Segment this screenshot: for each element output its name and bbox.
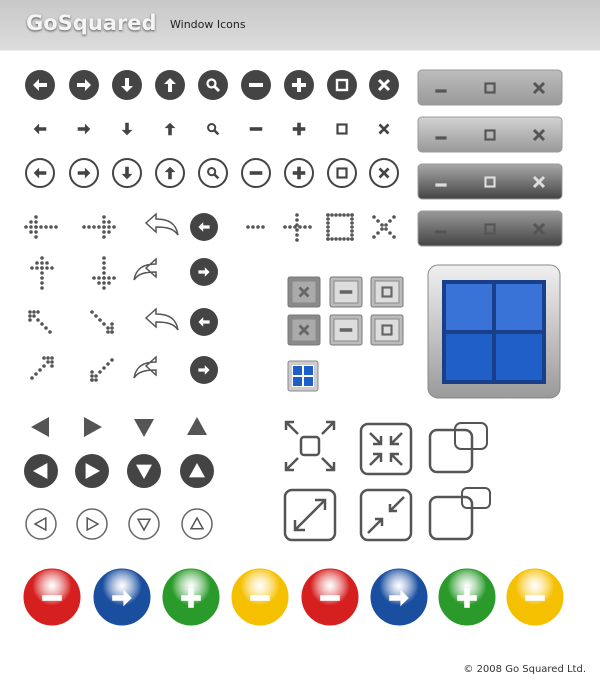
close-plain-icon — [378, 123, 390, 135]
dotted-close-icon — [372, 215, 396, 239]
minus-filled-icon — [241, 70, 271, 100]
curved-arrow-left-outline-icon — [144, 307, 179, 331]
window-control-bar-icon — [417, 116, 563, 153]
dotted-arrow-down-right-icon — [90, 310, 114, 334]
triangle-right-filled-icon — [75, 454, 109, 488]
square-outline-icon — [327, 158, 357, 188]
restore-windows-small-icon — [428, 487, 491, 541]
window-minimize-button-pressed-icon — [329, 314, 363, 346]
arrow-right-filled-icon — [69, 70, 99, 100]
search-plain-icon — [207, 123, 220, 136]
arrow-right-colored-button-icon — [370, 568, 428, 626]
shrink-arrows-box-icon — [359, 422, 413, 476]
dotted-square-icon — [326, 213, 354, 241]
window-large-icon — [427, 264, 561, 399]
curved-arrow-left-filled-icon — [190, 213, 218, 241]
minus-colored-button-icon — [231, 568, 289, 626]
arrow-right-outline-icon — [69, 158, 99, 188]
shrink-diagonal-box-icon — [359, 488, 413, 542]
curved-arrow-right-filled-icon — [190, 258, 218, 286]
plus-filled-icon — [284, 70, 314, 100]
window-close-button-icon — [287, 276, 321, 308]
curved-arrow-left-outline-icon — [144, 212, 179, 236]
arrow-down-plain-icon — [121, 122, 133, 136]
arrow-down-outline-icon — [112, 158, 142, 188]
curved-arrow-left-filled-icon — [190, 308, 218, 336]
plus-colored-button-icon — [162, 568, 220, 626]
window-minimize-button-icon — [329, 276, 363, 308]
curved-arrow-right-filled-icon — [190, 356, 218, 384]
window-control-bar-icon — [417, 69, 563, 106]
triangle-up-icon — [187, 417, 207, 435]
window-maximize-button-pressed-icon — [370, 314, 404, 346]
dotted-arrow-left-icon — [24, 215, 58, 239]
minus-plain-icon — [249, 127, 263, 131]
triangle-up-filled-icon — [180, 454, 214, 488]
icon-sheet: GoSquared Window Icons © 2008 Go Squared… — [0, 0, 600, 681]
search-outline-icon — [198, 158, 228, 188]
dotted-plus-icon — [283, 213, 312, 242]
close-outline-icon — [369, 158, 399, 188]
window-control-bar-icon — [417, 210, 563, 247]
minus-colored-button-icon — [506, 568, 564, 626]
square-filled-icon — [327, 70, 357, 100]
triangle-right-icon — [84, 417, 102, 437]
triangle-left-outline-icon — [25, 508, 57, 540]
minus-colored-button-icon — [23, 568, 81, 626]
arrow-left-plain-icon — [33, 123, 47, 135]
triangle-up-outline-icon — [181, 508, 213, 540]
window-control-bar-icon — [417, 163, 563, 200]
arrow-right-plain-icon — [77, 123, 91, 135]
window-small-icon — [287, 360, 319, 392]
triangle-down-icon — [134, 419, 154, 437]
triangle-down-outline-icon — [128, 508, 160, 540]
plus-colored-button-icon — [438, 568, 496, 626]
plus-outline-icon — [284, 158, 314, 188]
arrow-right-colored-button-icon — [93, 568, 151, 626]
triangle-right-outline-icon — [76, 508, 108, 540]
dotted-arrow-right-icon — [82, 215, 116, 239]
triangle-left-icon — [31, 417, 49, 437]
curved-arrow-right-outline-icon — [133, 257, 157, 281]
search-filled-icon — [198, 70, 228, 100]
dotted-arrow-down-left-icon — [90, 358, 114, 382]
restore-windows-icon — [428, 422, 488, 474]
minus-outline-icon — [241, 158, 271, 188]
triangle-down-filled-icon — [127, 454, 161, 488]
expand-diagonal-box-icon — [283, 488, 337, 542]
arrow-left-filled-icon — [25, 70, 55, 100]
dotted-arrow-down-icon — [92, 256, 116, 290]
window-maximize-button-icon — [370, 276, 404, 308]
minus-colored-button-icon — [301, 568, 359, 626]
square-plain-icon — [336, 123, 348, 135]
expand-arrows-icon — [284, 420, 336, 472]
dotted-arrow-up-icon — [30, 256, 54, 290]
dotted-arrow-up-left-icon — [28, 310, 52, 334]
plus-plain-icon — [292, 122, 306, 136]
copyright: © 2008 Go Squared Ltd. — [463, 664, 586, 675]
window-close-button-pressed-icon — [287, 314, 321, 346]
icons-canvas — [23, 69, 564, 626]
curved-arrow-right-outline-icon — [133, 355, 157, 379]
dotted-ellipsis-icon — [246, 225, 265, 229]
arrow-left-outline-icon — [25, 158, 55, 188]
arrow-up-plain-icon — [164, 122, 176, 136]
arrow-up-outline-icon — [155, 158, 185, 188]
arrow-down-filled-icon — [112, 70, 142, 100]
dotted-arrow-up-right-icon — [30, 356, 54, 380]
triangle-left-filled-icon — [24, 454, 58, 488]
close-filled-icon — [369, 70, 399, 100]
arrow-up-filled-icon — [155, 70, 185, 100]
